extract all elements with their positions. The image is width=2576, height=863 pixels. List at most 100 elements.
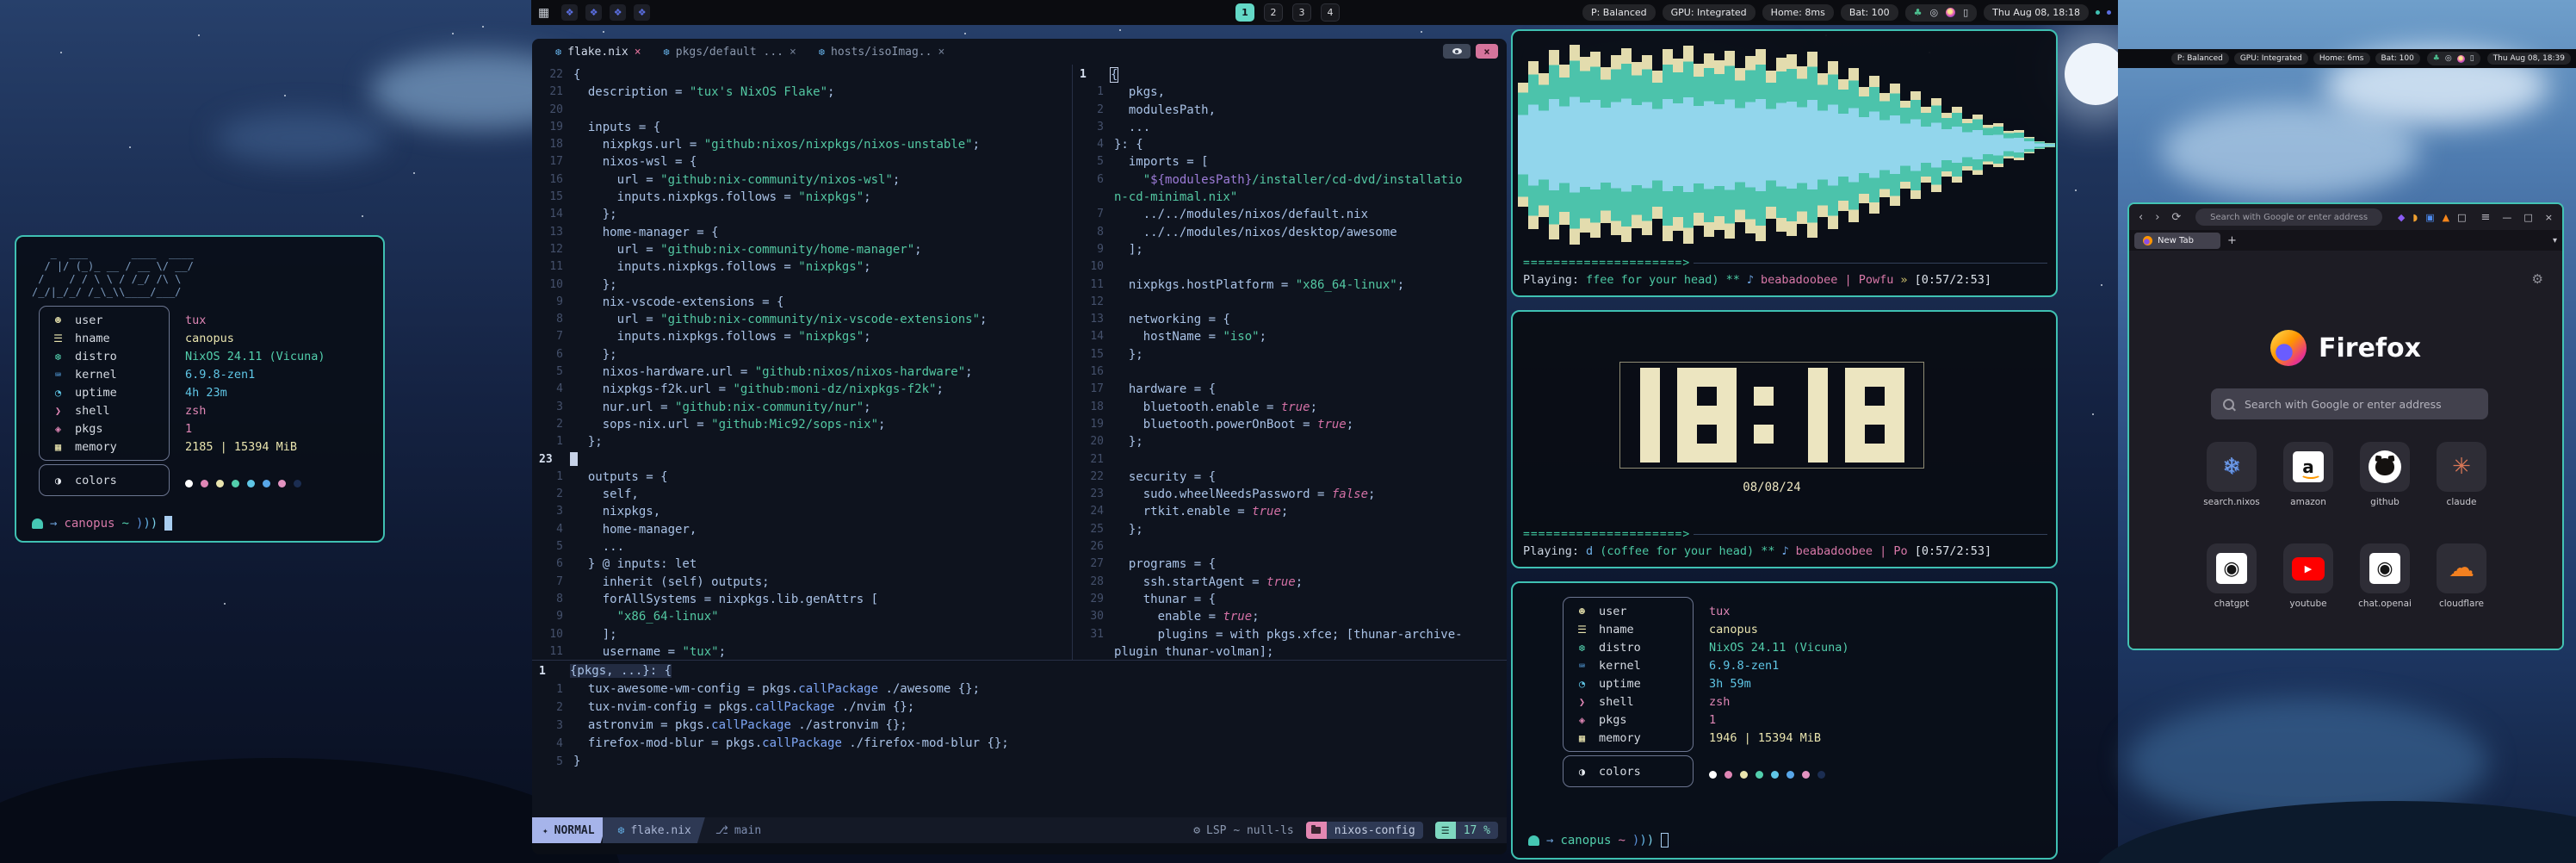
code-line: 1 pkgs, xyxy=(1073,84,1507,101)
prompt-tilde: ~ xyxy=(1618,834,1625,847)
code-line: 17 hardware = { xyxy=(1073,381,1507,398)
shortcut-tile-cloudflare[interactable]: ☁cloudflare xyxy=(2437,543,2486,593)
code-text: nixpkgs-f2k.url = "github:moni-dz/nixpkg… xyxy=(573,381,944,398)
extension-outline-icon[interactable]: □ xyxy=(2457,212,2466,223)
forward-button[interactable]: › xyxy=(2152,211,2162,224)
editor-tab-pkgs-default-[interactable]: ❆pkgs/default ...× xyxy=(653,39,808,65)
shortcut-tiles: ❄search.nixos aamazon github ✳claude ◉chatgp… xyxy=(2207,442,2517,593)
search-bar[interactable]: Search with Google or enter address xyxy=(2211,388,2488,419)
line-number: 26 xyxy=(1073,538,1114,556)
fetch-label: user xyxy=(1599,605,1627,618)
code-line: 6 "${modulesPath}/installer/cd-dvd/insta… xyxy=(1073,171,1507,189)
firefox-window[interactable]: ‹ › ⟳ Search with Google or enter addres… xyxy=(2127,202,2564,650)
shortcut-tile-chatgpt[interactable]: ◉chatgpt xyxy=(2207,543,2257,593)
code-text: sudo.wheelNeedsPassword = false; xyxy=(1114,486,1375,503)
terminal-cursor xyxy=(164,516,172,531)
code-line: 26 xyxy=(1073,538,1507,556)
shell-prompt[interactable]: → canopus ~ ))) xyxy=(1528,833,1669,847)
clock-window[interactable]: 08/08/24 =====================> Playing:… xyxy=(1511,310,2058,568)
editor-tab-hosts-isoImag-[interactable]: ❆hosts/isoImag..× xyxy=(808,39,956,65)
minimize-button[interactable]: — xyxy=(2499,212,2514,223)
tab-close-icon[interactable]: × xyxy=(790,46,796,59)
prompt-arrow: → xyxy=(50,517,57,531)
code-text: sops-nix.url = "github:Mic92/sops-nix"; xyxy=(573,416,885,433)
fetch-label: colors xyxy=(75,474,117,487)
fetch-label: uptime xyxy=(1599,677,1641,691)
fetch-label-row: ❆distro xyxy=(40,347,169,365)
line-number: 20 xyxy=(532,102,573,119)
editor-pane-left[interactable]: 22{21 description = "tux's NixOS Flake";… xyxy=(532,65,1072,660)
terminal-right[interactable]: ☻user☰hname❆distro⌨kernel◔uptime❯shell◈p… xyxy=(1511,581,2058,860)
code-line: 2 sops-nix.url = "github:Mic92/sops-nix"… xyxy=(532,416,1072,433)
metamask-fox-icon[interactable]: ▲ xyxy=(2443,212,2449,223)
menu-button[interactable]: ≡ xyxy=(2478,211,2492,224)
system-tray: ♣◎▯ xyxy=(2427,52,2480,65)
shortcut-tile-amazon[interactable]: aamazon xyxy=(2283,442,2333,492)
workspace-4[interactable]: 4 xyxy=(1321,3,1340,22)
line-number: 30 xyxy=(1073,608,1114,625)
extension-purple-diamond-icon[interactable]: ◆ xyxy=(2398,212,2405,223)
star xyxy=(452,33,454,34)
terminal-left[interactable]: _ ___ ____ ____ / |/ (_)_ __ / __ \/ __/… xyxy=(15,235,385,543)
shortcut-tile-github[interactable]: github xyxy=(2360,442,2410,492)
code-line: 19 bluetooth.powerOnBoot = true; xyxy=(1073,416,1507,433)
hname-icon: ☰ xyxy=(52,332,65,345)
code-line: 2 modulesPath, xyxy=(1073,102,1507,119)
statusline-file: ❆ flake.nix xyxy=(603,817,705,843)
nixos-ascii-art: _ ___ ____ ____ / |/ (_)_ __ / __ \/ __/… xyxy=(32,247,383,299)
fetch-label-row: ❯shell xyxy=(40,401,169,419)
wave-bar xyxy=(1580,57,1590,233)
tab-close-icon[interactable]: × xyxy=(938,46,944,59)
firefox-favicon xyxy=(2143,236,2152,245)
tabs-chevron-icon[interactable]: ▾ xyxy=(2553,236,2557,245)
firefox-toolbar: ‹ › ⟳ Search with Google or enter addres… xyxy=(2129,204,2562,230)
menu-icon[interactable]: ▦ xyxy=(538,6,549,20)
workspace-2[interactable]: 2 xyxy=(1264,3,1283,22)
extension-orange-icon[interactable]: ◗ xyxy=(2412,212,2418,223)
tab-close-icon[interactable]: × xyxy=(635,46,641,59)
maximize-button[interactable]: □ xyxy=(2521,212,2535,223)
shortcut-tile-search-nixos[interactable]: ❄search.nixos xyxy=(2207,442,2257,492)
url-bar[interactable]: Search with Google or enter address xyxy=(2195,208,2382,226)
editor-tab-flake-nix[interactable]: ❆flake.nix× xyxy=(544,39,653,65)
editor-pane-right[interactable]: 1{1 pkgs,2 modulesPath,3 ...4}: {5 impor… xyxy=(1073,65,1507,660)
shell-prompt[interactable]: → canopus ~ ))) xyxy=(32,516,172,531)
line-number: 1 xyxy=(532,469,573,486)
workspace-3[interactable]: 3 xyxy=(1292,3,1311,22)
shortcut-tile-chat-openai[interactable]: ◉chat.openai xyxy=(2360,543,2410,593)
tab-label: pkgs/default ... xyxy=(676,46,783,59)
neovim-window[interactable]: ❆flake.nix×❆pkgs/default ...×❆hosts/isoI… xyxy=(532,39,1507,854)
code-line: 15 }; xyxy=(1073,346,1507,363)
back-button[interactable]: ‹ xyxy=(2136,211,2146,224)
taskbar-app-icon[interactable]: ❖ xyxy=(610,4,626,21)
line-number: 3 xyxy=(1073,119,1114,136)
new-tab-button[interactable]: + xyxy=(2227,234,2237,247)
window-close-button[interactable]: × xyxy=(1476,44,1498,59)
bitwarden-icon[interactable]: ▣ xyxy=(2425,212,2434,223)
workspace-1[interactable]: 1 xyxy=(1235,3,1254,22)
color-dot xyxy=(294,480,301,487)
close-button[interactable]: × xyxy=(2542,212,2555,223)
wave-bar xyxy=(1972,115,1983,175)
systray-dot xyxy=(2096,10,2100,15)
eye-button[interactable] xyxy=(1443,44,1471,59)
code-text: "${modulesPath}/installer/cd-dvd/install… xyxy=(1114,171,1463,189)
fetch-label-row: ◔uptime xyxy=(40,383,169,401)
wave-bar xyxy=(1962,119,1972,171)
line-number: 24 xyxy=(1073,503,1114,520)
shortcut-tile-youtube[interactable]: ▶youtube xyxy=(2283,543,2333,593)
taskbar-app-icon[interactable]: ❖ xyxy=(634,4,650,21)
editor-pane-bottom[interactable]: 1{pkgs, ...}: {1 tux-awesome-wm-config =… xyxy=(532,661,1507,817)
reload-button[interactable]: ⟳ xyxy=(2169,211,2183,224)
fetch-label: pkgs xyxy=(75,422,103,436)
settings-gear-icon[interactable]: ⚙ xyxy=(2532,271,2543,287)
tab-new-tab[interactable]: New Tab xyxy=(2134,233,2220,249)
line-number: 7 xyxy=(532,574,573,591)
taskbar-app-icon[interactable]: ❖ xyxy=(561,4,578,21)
taskbar-app-icon[interactable]: ❖ xyxy=(585,4,602,21)
terminal-cursor xyxy=(1661,833,1669,847)
code-line: 12 xyxy=(1073,294,1507,311)
shortcut-tile-claude[interactable]: ✳claude xyxy=(2437,442,2486,492)
eye-icon xyxy=(1452,48,1462,54)
visualizer-window[interactable]: =====================> Playing:ffee for … xyxy=(1511,29,2058,297)
